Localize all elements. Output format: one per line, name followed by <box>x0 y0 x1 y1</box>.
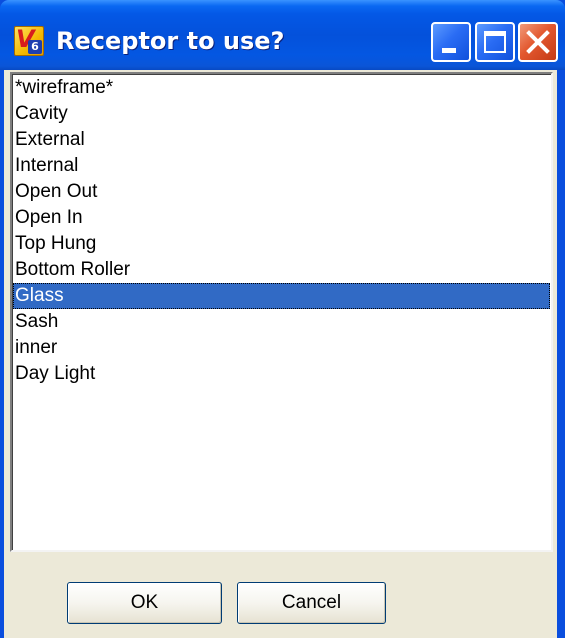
maximize-icon <box>484 31 506 53</box>
list-item-external[interactable]: External <box>13 127 550 153</box>
ok-button[interactable]: OK <box>67 582 222 624</box>
minimize-button[interactable] <box>431 22 471 62</box>
maximize-button[interactable] <box>475 22 515 62</box>
receptor-listbox[interactable]: *wireframe* Cavity External Internal Ope… <box>10 72 553 552</box>
list-item-open-in[interactable]: Open In <box>13 205 550 231</box>
dialog-body: *wireframe* Cavity External Internal Ope… <box>4 70 557 638</box>
list-item-cavity[interactable]: Cavity <box>13 101 550 127</box>
cancel-button[interactable]: Cancel <box>237 582 386 624</box>
list-item-open-out[interactable]: Open Out <box>13 179 550 205</box>
window-right-border <box>557 70 565 638</box>
list-item-bottom-roller[interactable]: Bottom Roller <box>13 257 550 283</box>
list-item-internal[interactable]: Internal <box>13 153 550 179</box>
close-icon <box>526 30 550 54</box>
dialog-window: V 6 Receptor to use? *wireframe* Cavity … <box>0 0 565 638</box>
list-item-sash[interactable]: Sash <box>13 309 550 335</box>
list-item-top-hung[interactable]: Top Hung <box>13 231 550 257</box>
minimize-icon <box>442 48 456 53</box>
window-title: Receptor to use? <box>56 27 285 55</box>
list-item-wireframe[interactable]: *wireframe* <box>13 75 550 101</box>
close-button[interactable] <box>518 22 558 62</box>
list-item-glass[interactable]: Glass <box>13 283 550 309</box>
list-item-day-light[interactable]: Day Light <box>13 361 550 387</box>
title-bar[interactable]: V 6 Receptor to use? <box>0 0 565 70</box>
list-item-inner[interactable]: inner <box>13 335 550 361</box>
app-icon-number: 6 <box>28 40 42 54</box>
app-icon[interactable]: V 6 <box>14 25 44 56</box>
